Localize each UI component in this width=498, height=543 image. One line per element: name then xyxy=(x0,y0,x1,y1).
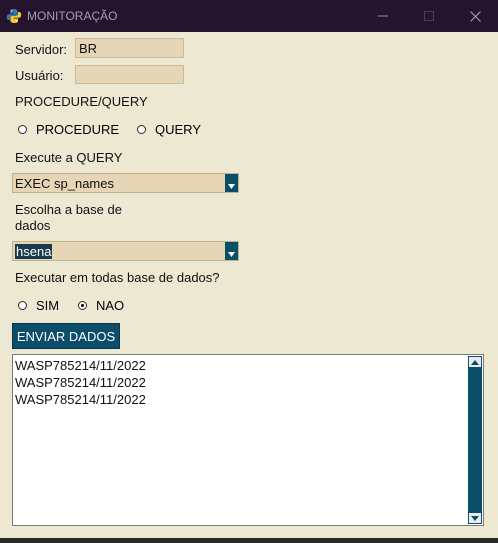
main-panel: Servidor: BR Usuário: PROCEDURE/QUERY PR… xyxy=(0,32,498,543)
servidor-field[interactable]: BR xyxy=(75,38,184,58)
database-dropdown-button[interactable] xyxy=(225,242,238,260)
window-bottom-edge xyxy=(0,538,498,543)
list-item: WASP785214/11/2022 xyxy=(15,392,146,407)
window-title: MONITORAÇÃO xyxy=(27,9,118,23)
radio-query[interactable]: QUERY xyxy=(137,122,201,137)
execute-query-label: Execute a QUERY xyxy=(15,150,123,165)
base-label-line2: dados xyxy=(15,218,51,233)
close-button[interactable] xyxy=(452,0,498,32)
chevron-down-icon xyxy=(228,252,235,257)
procedure-query-label: PROCEDURE/QUERY xyxy=(15,94,148,109)
send-data-button[interactable]: ENVIAR DADOS xyxy=(12,323,120,349)
radio-sim-label: SIM xyxy=(36,298,60,313)
arrow-up-icon xyxy=(471,359,479,365)
python-icon xyxy=(6,9,22,23)
radio-query-dot[interactable] xyxy=(137,125,146,134)
maximize-button[interactable] xyxy=(406,0,452,32)
title-bar: MONITORAÇÃO xyxy=(0,0,498,32)
database-select[interactable]: hsena xyxy=(12,241,239,261)
usuario-label: Usuário: xyxy=(15,68,64,83)
usuario-field[interactable] xyxy=(75,65,184,84)
list-item: WASP785214/11/2022 xyxy=(15,375,146,390)
minimize-button[interactable] xyxy=(360,0,406,32)
scroll-down-button[interactable] xyxy=(469,513,481,523)
radio-procedure-dot[interactable] xyxy=(18,125,27,134)
execute-dropdown-button[interactable] xyxy=(225,174,238,192)
chevron-down-icon xyxy=(228,184,235,189)
vertical-scrollbar[interactable] xyxy=(468,356,482,524)
all-databases-label: Executar em todas base de dados? xyxy=(15,270,220,285)
servidor-label: Servidor: xyxy=(15,42,68,57)
radio-sim[interactable]: SIM xyxy=(18,298,59,313)
radio-procedure-label: PROCEDURE xyxy=(36,122,120,137)
database-value: hsena xyxy=(15,244,53,259)
minimize-icon xyxy=(378,15,388,17)
list-item: WASP785214/11/2022 xyxy=(15,358,146,373)
execute-query-value: EXEC sp_names xyxy=(15,176,114,191)
radio-nao[interactable]: NAO xyxy=(78,298,124,313)
radio-sim-dot[interactable] xyxy=(18,301,27,310)
execute-query-select[interactable]: EXEC sp_names xyxy=(12,173,239,193)
radio-nao-label: NAO xyxy=(96,298,125,313)
radio-query-label: QUERY xyxy=(155,122,201,137)
close-icon xyxy=(469,10,481,22)
arrow-down-icon xyxy=(471,515,479,521)
scroll-up-button[interactable] xyxy=(469,357,481,367)
output-list[interactable]: WASP785214/11/2022 WASP785214/11/2022 WA… xyxy=(12,354,484,526)
radio-nao-dot[interactable] xyxy=(78,301,87,310)
maximize-icon xyxy=(424,11,434,21)
radio-procedure[interactable]: PROCEDURE xyxy=(18,122,119,137)
base-label-line1: Escolha a base de xyxy=(15,202,122,217)
